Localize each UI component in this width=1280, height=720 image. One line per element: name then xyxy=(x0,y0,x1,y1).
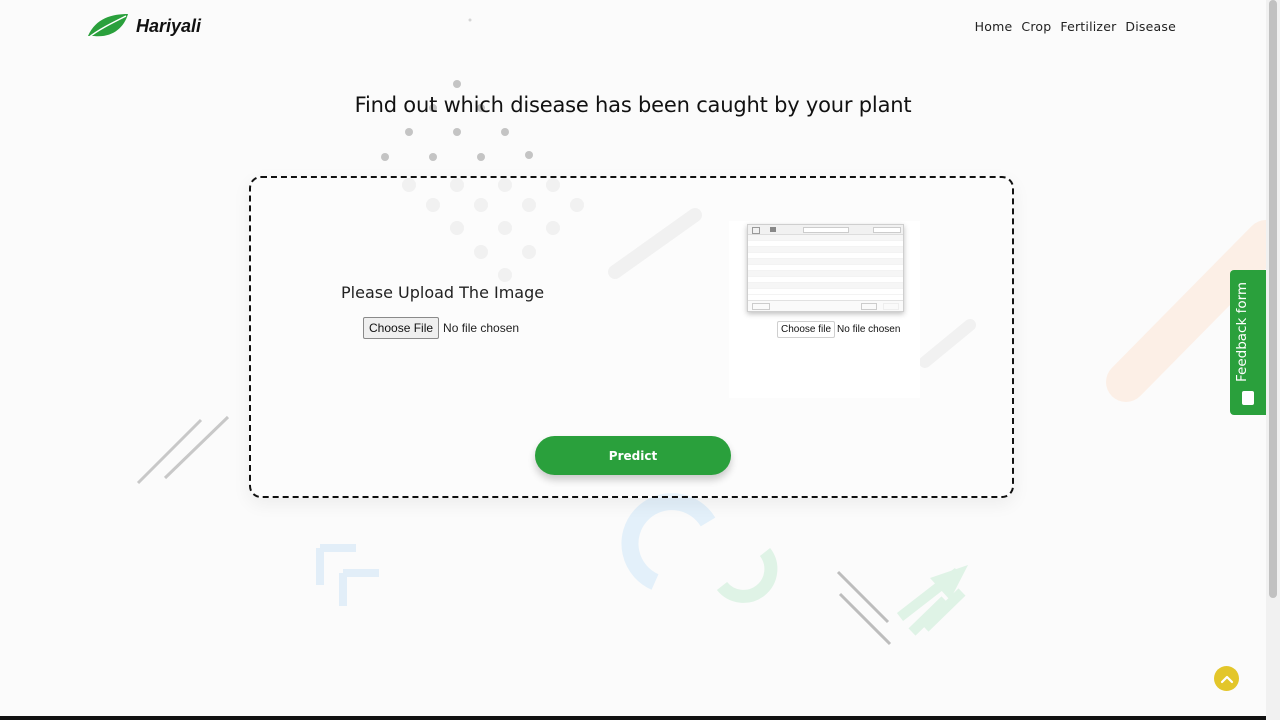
preview-choose-file-button: Choose file xyxy=(777,321,836,338)
page: Hariyali Home Crop Fertilizer Disease Fi… xyxy=(0,0,1280,720)
dialog-toolbar xyxy=(748,225,903,235)
dialog-footer xyxy=(748,300,903,311)
scroll-to-top-button[interactable] xyxy=(1214,666,1239,691)
chevron-up-icon xyxy=(1220,675,1233,683)
choose-file-button[interactable]: Choose File xyxy=(363,317,440,339)
dialog-file-list xyxy=(748,235,903,295)
preview-file-input: Choose file No file chosen xyxy=(777,321,900,338)
preview-file-status: No file chosen xyxy=(837,324,901,335)
nav-home[interactable]: Home xyxy=(975,19,1013,34)
upload-illustration: Choose file No file chosen xyxy=(729,221,920,398)
scrollbar-thumb[interactable] xyxy=(1269,0,1277,598)
file-status: No file chosen xyxy=(443,321,520,335)
nav-fertilizer[interactable]: Fertilizer xyxy=(1060,19,1116,34)
page-title: Find out which disease has been caught b… xyxy=(354,93,912,117)
nav-disease[interactable]: Disease xyxy=(1125,19,1176,34)
brand-name: Hariyali xyxy=(136,15,202,36)
vertical-scrollbar[interactable] xyxy=(1266,0,1280,720)
predict-button[interactable]: Predict xyxy=(535,436,731,475)
feedback-form-tab[interactable]: Feedback form xyxy=(1230,270,1266,415)
form-icon xyxy=(1242,391,1254,405)
logo[interactable]: Hariyali xyxy=(86,12,201,40)
file-input[interactable]: Choose File No file chosen xyxy=(363,317,519,339)
file-dialog-illustration xyxy=(747,224,904,312)
main-nav: Home Crop Fertilizer Disease xyxy=(975,19,1176,34)
bottom-border xyxy=(0,716,1266,720)
nav-crop[interactable]: Crop xyxy=(1021,19,1051,34)
feedback-form-label: Feedback form xyxy=(1234,281,1250,382)
upload-title: Please Upload The Image xyxy=(341,283,545,302)
leaf-icon xyxy=(87,14,128,39)
